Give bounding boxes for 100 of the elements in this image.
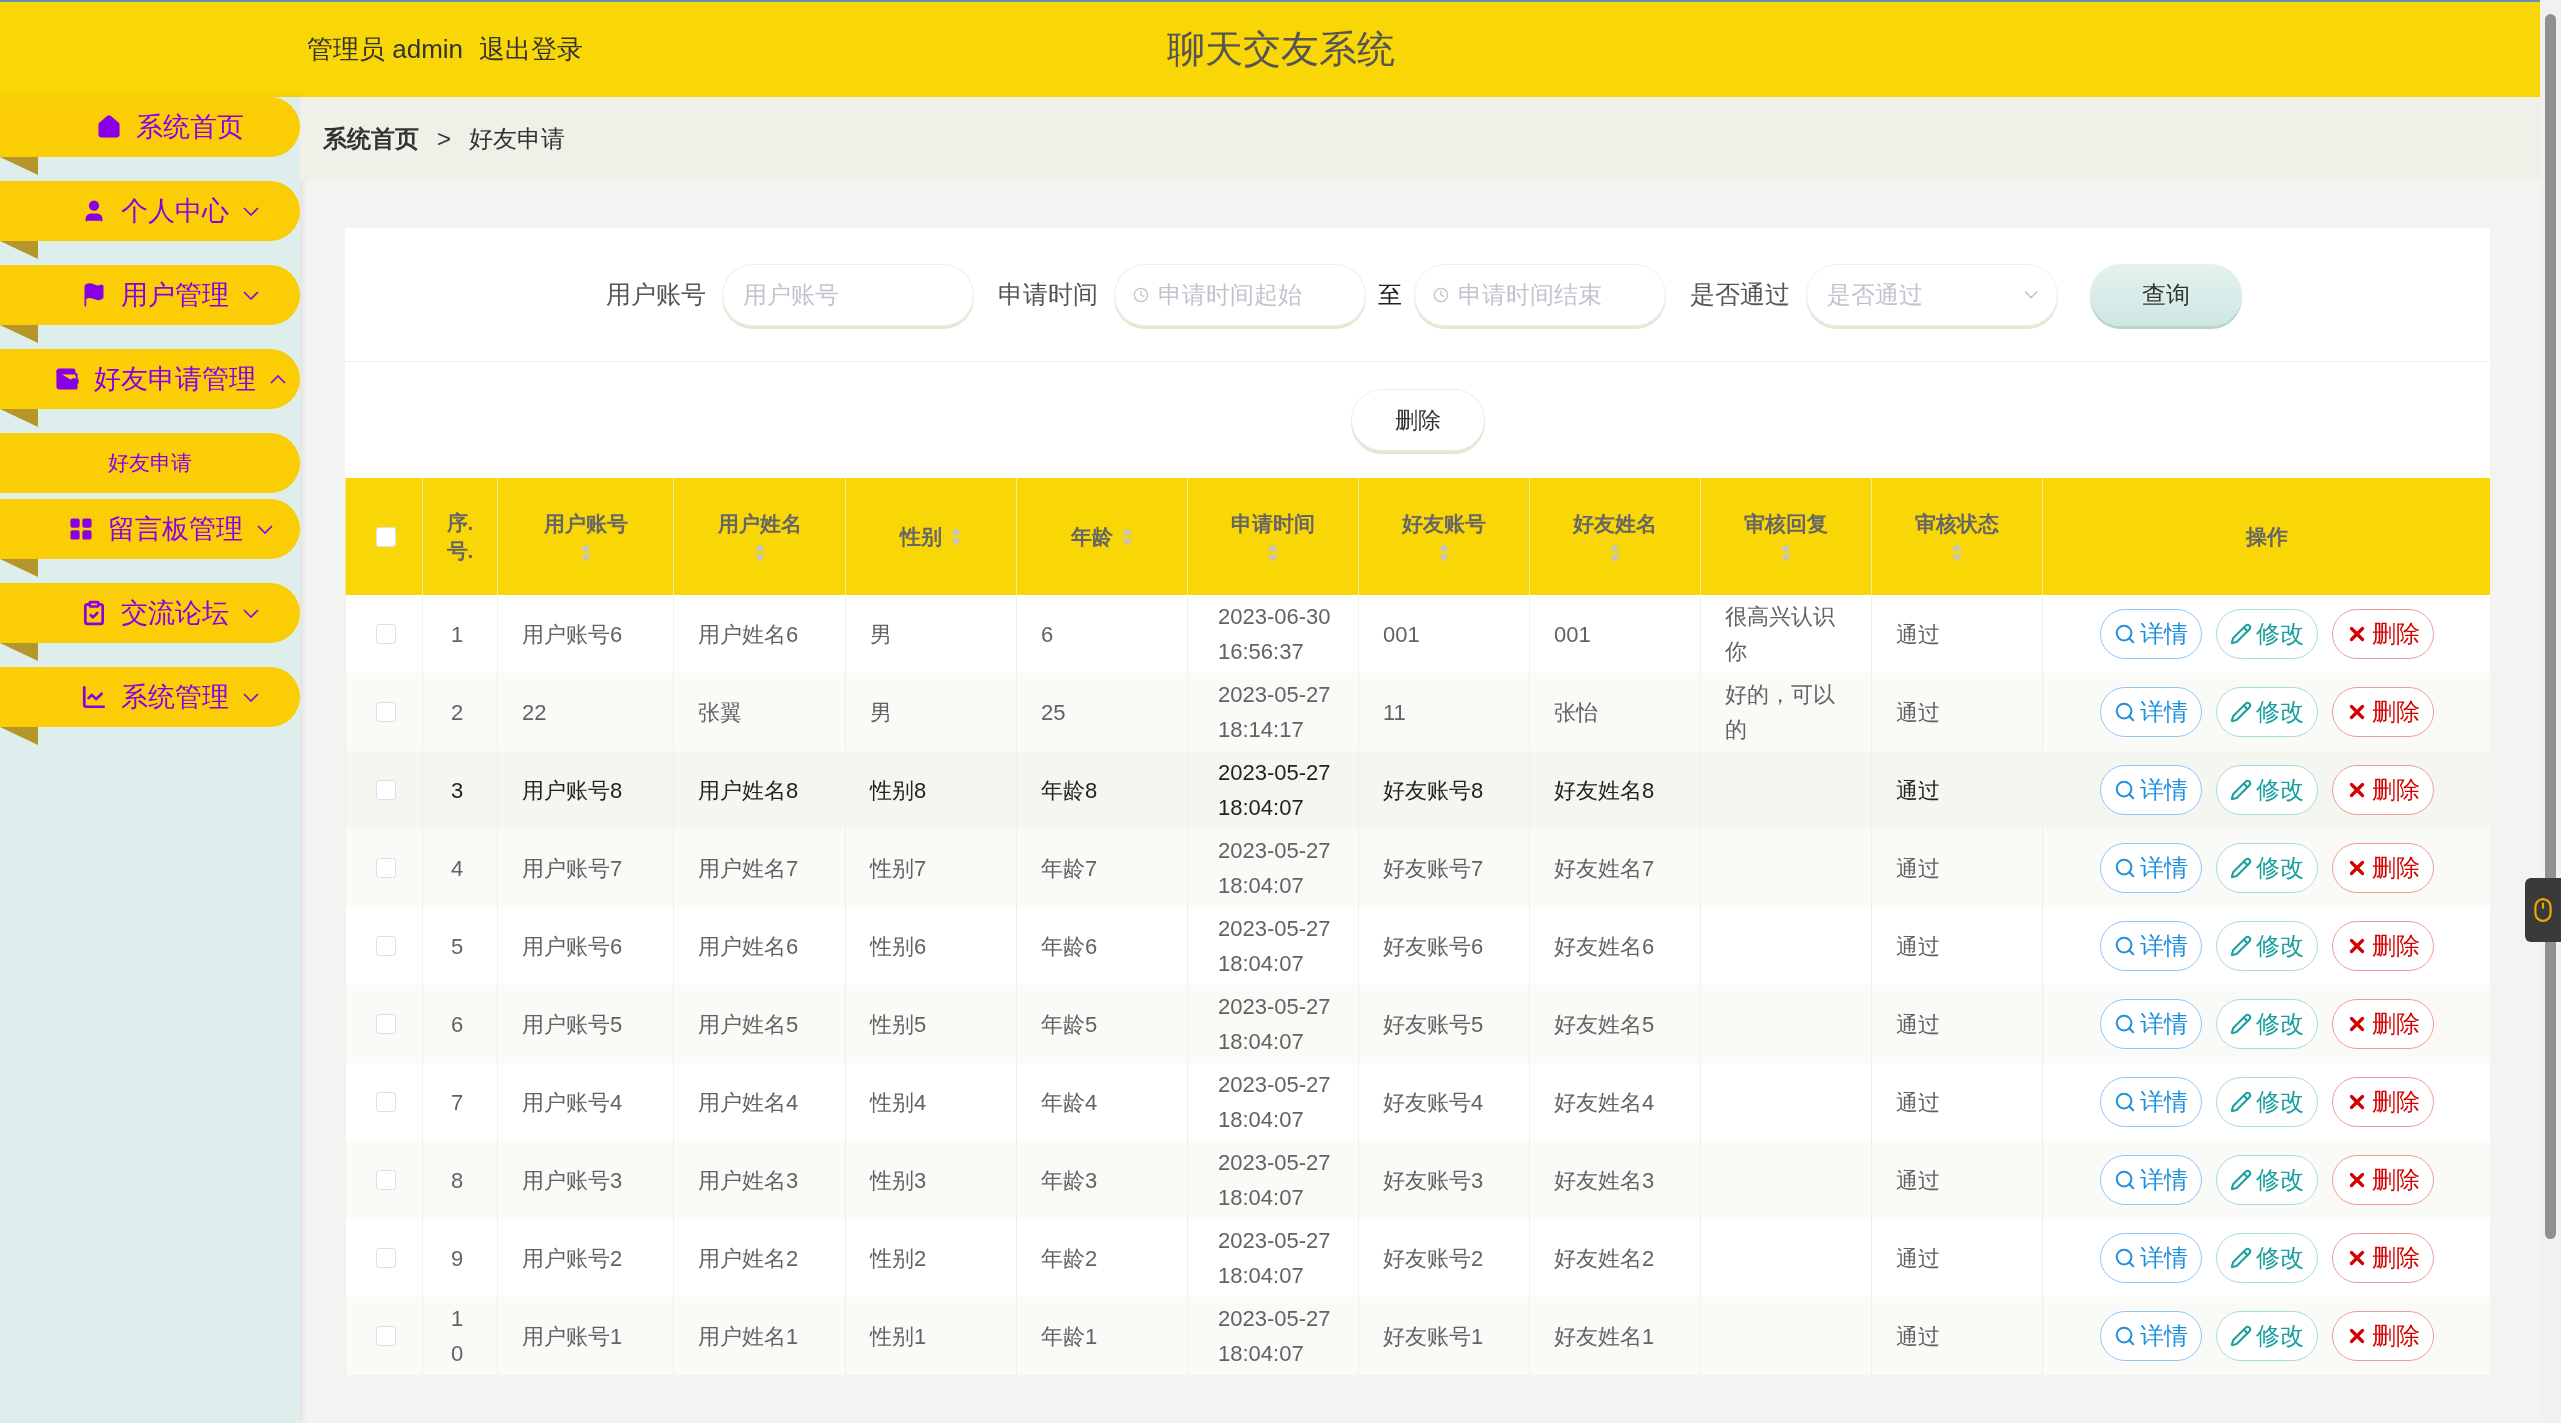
pencil-icon [2229, 779, 2252, 801]
table-row[interactable]: 4 用户账号7 用户姓名7 性别7 年龄7 2023-05-27 18:04:07 好友账号7 好友姓名7 通过 详情 修改 删除 [345, 829, 2490, 907]
delete-button[interactable]: 删除 [2331, 1233, 2434, 1283]
search-icon [2113, 1091, 2136, 1113]
table-cell: 好友姓名7 [1554, 855, 1655, 881]
search-icon [2113, 779, 2136, 801]
detail-button[interactable]: 详情 [2099, 921, 2202, 971]
checkbox[interactable] [376, 1092, 396, 1112]
edit-button[interactable]: 修改 [2215, 687, 2318, 737]
chevron-icon [270, 374, 286, 384]
table-cell: 性别1 [870, 1323, 927, 1349]
input-field[interactable]: 用户账号 [740, 279, 955, 310]
select-field[interactable]: 是否通过 [1824, 279, 2017, 310]
delete-button[interactable]: 删除 [2331, 609, 2434, 659]
delete-button[interactable]: 删除 [2331, 765, 2434, 815]
column-header: 年龄 [1071, 523, 1113, 550]
column-header: 序.号. [445, 509, 475, 564]
edit-button[interactable]: 修改 [2215, 999, 2318, 1049]
table-cell: 8 [451, 1167, 464, 1193]
clipboard-check-icon [81, 600, 107, 626]
breadcrumb-item[interactable]: 系统首页 [323, 122, 419, 155]
checkbox[interactable] [376, 936, 396, 956]
table-cell: 用户账号8 [522, 777, 623, 803]
delete-button[interactable]: 删除 [1350, 389, 1485, 451]
table-cell: 用户姓名4 [698, 1089, 799, 1115]
detail-button[interactable]: 详情 [2099, 999, 2202, 1049]
table-cell: 男 [870, 621, 892, 647]
submenu-item[interactable]: 好友申请 [0, 433, 300, 493]
floating-tool-button[interactable] [2525, 878, 2561, 942]
sidebar-item[interactable]: 好友申请管理 [0, 349, 300, 409]
sidebar-item[interactable]: 交流论坛 [0, 583, 300, 643]
delete-button[interactable]: 删除 [2331, 1155, 2434, 1205]
edit-button[interactable]: 修改 [2215, 1155, 2318, 1205]
table-row[interactable]: 5 用户账号6 用户姓名6 性别6 年龄6 2023-05-27 18:04:07 好友账号6 好友姓名6 通过 详情 修改 删除 [345, 907, 2490, 985]
table-row[interactable]: 3 用户账号8 用户姓名8 性别8 年龄8 2023-05-27 18:04:07 好友账号8 好友姓名8 通过 详情 修改 删除 [345, 751, 2490, 829]
table-row[interactable]: 10 用户账号1 用户姓名1 性别1 年龄1 2023-05-27 18:04:07 好友账号1 好友姓名1 通过 详情 修改 删除 [345, 1297, 2490, 1375]
delete-button[interactable]: 删除 [2331, 1311, 2434, 1361]
table-row[interactable]: 8 用户账号3 用户姓名3 性别3 年龄3 2023-05-27 18:04:07 好友账号3 好友姓名3 通过 详情 修改 删除 [345, 1141, 2490, 1219]
delete-button[interactable]: 删除 [2331, 687, 2434, 737]
date-field[interactable]: 申请时间结束 [1456, 279, 1647, 310]
column-header: 审核回复 [1744, 510, 1828, 537]
delete-button[interactable]: 删除 [2331, 999, 2434, 1049]
table-cell: 很高兴认识你 [1725, 604, 1835, 664]
checkbox[interactable] [376, 1170, 396, 1190]
delete-button[interactable]: 删除 [2331, 921, 2434, 971]
table-row[interactable]: 1 用户账号6 用户姓名6 男 6 2023-06-30 16:56:37 001 001 很高兴认识你 通过 详情 修改 删除 [345, 595, 2490, 673]
table-row[interactable]: 2 22 张翼 男 25 2023-05-27 18:14:17 11 张怡 好的，可以的 通过 详情 修改 删除 [345, 673, 2490, 751]
detail-button[interactable]: 详情 [2099, 1233, 2202, 1283]
detail-button[interactable]: 详情 [2099, 1077, 2202, 1127]
grid-icon [67, 516, 94, 542]
table-row[interactable]: 9 用户账号2 用户姓名2 性别2 年龄2 2023-05-27 18:04:07 好友账号2 好友姓名2 通过 详情 修改 删除 [345, 1219, 2490, 1297]
edit-button[interactable]: 修改 [2215, 843, 2318, 893]
table-cell: 通过 [1896, 855, 1940, 881]
edit-button[interactable]: 修改 [2215, 921, 2318, 971]
table-cell: 性别3 [870, 1167, 927, 1193]
detail-button[interactable]: 详情 [2099, 765, 2202, 815]
detail-button[interactable]: 详情 [2099, 609, 2202, 659]
detail-button[interactable]: 详情 [2099, 843, 2202, 893]
date-field[interactable]: 申请时间起始 [1156, 279, 1347, 310]
sidebar-item[interactable]: 用户管理 [0, 265, 300, 325]
table-cell: 好友姓名2 [1554, 1245, 1655, 1271]
checkbox[interactable] [376, 1248, 396, 1268]
pencil-icon [2229, 1247, 2252, 1269]
delete-button[interactable]: 删除 [2331, 1077, 2434, 1127]
table-cell: 性别2 [870, 1245, 927, 1271]
edit-button[interactable]: 修改 [2215, 1311, 2318, 1361]
checkbox[interactable] [376, 624, 396, 644]
checkbox[interactable] [376, 780, 396, 800]
table-cell: 好友姓名4 [1554, 1089, 1655, 1115]
detail-button[interactable]: 详情 [2099, 1155, 2202, 1205]
query-button[interactable]: 查询 [2089, 263, 2242, 326]
table-cell: 好友账号7 [1383, 855, 1484, 881]
sidebar-item[interactable]: 个人中心 [0, 181, 300, 241]
pencil-icon [2229, 1325, 2252, 1347]
table-cell: 年龄1 [1041, 1323, 1098, 1349]
sidebar-item[interactable]: 留言板管理 [0, 499, 300, 559]
table-cell: 好友账号2 [1383, 1245, 1484, 1271]
clock-icon [1432, 285, 1449, 304]
checkbox[interactable] [376, 702, 396, 722]
table-cell: 年龄4 [1041, 1089, 1098, 1115]
checkbox[interactable] [376, 1014, 396, 1034]
checkbox[interactable] [376, 526, 396, 547]
delete-button[interactable]: 删除 [2331, 843, 2434, 893]
edit-button[interactable]: 修改 [2215, 1233, 2318, 1283]
logout-link[interactable]: 退出登录 [479, 32, 584, 67]
detail-button[interactable]: 详情 [2099, 687, 2202, 737]
table-row[interactable]: 7 用户账号4 用户姓名4 性别4 年龄4 2023-05-27 18:04:07 好友账号4 好友姓名4 通过 详情 修改 删除 [345, 1063, 2490, 1141]
edit-button[interactable]: 修改 [2215, 1077, 2318, 1127]
edit-button[interactable]: 修改 [2215, 765, 2318, 815]
checkbox[interactable] [376, 1326, 396, 1346]
edit-button[interactable]: 修改 [2215, 609, 2318, 659]
table-row[interactable]: 6 用户账号5 用户姓名5 性别5 年龄5 2023-05-27 18:04:07 好友账号5 好友姓名5 通过 详情 修改 删除 [345, 985, 2490, 1063]
search-icon [2113, 701, 2136, 723]
table-cell: 2 [451, 699, 464, 725]
detail-button[interactable]: 详情 [2099, 1311, 2202, 1361]
table-cell: 用户姓名6 [698, 621, 799, 647]
sidebar-item[interactable]: 系统管理 [0, 667, 300, 727]
checkbox[interactable] [376, 858, 396, 878]
sidebar-item[interactable]: 系统首页 [0, 97, 300, 157]
table-cell: 7 [451, 1089, 464, 1115]
